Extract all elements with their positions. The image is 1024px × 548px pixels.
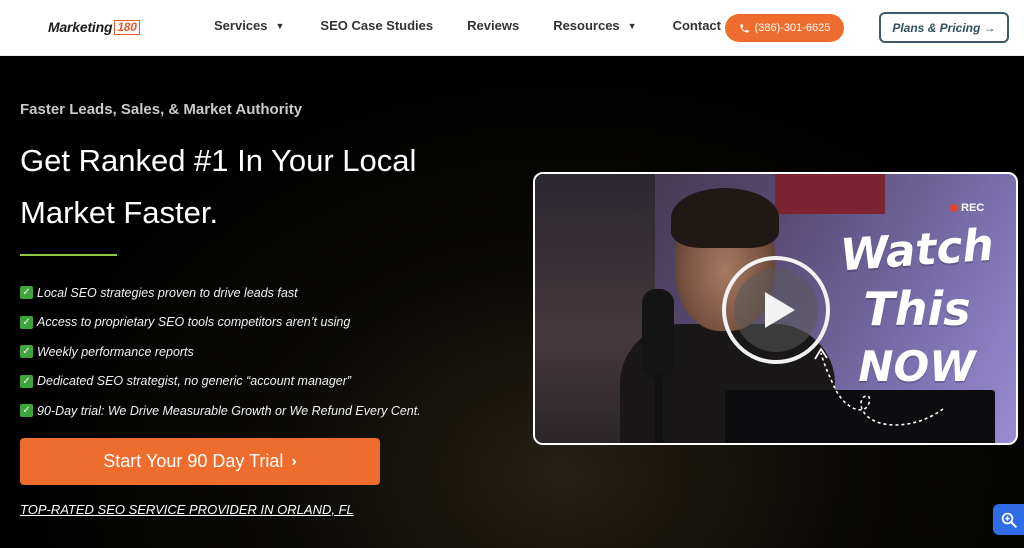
headline-divider [20,254,117,256]
check-icon: ✓ [20,286,33,300]
watch-line-2: This [863,282,971,336]
list-item: ✓ Local SEO strategies proven to drive le… [20,278,421,308]
zoom-search-icon [1001,512,1017,528]
rec-indicator: REC [950,202,984,214]
check-icon: ✓ [20,404,33,418]
chevron-down-icon: ▼ [627,20,637,31]
logo-text: Marketing [48,19,113,35]
cta-label: Start Your 90 Day Trial [103,451,284,471]
bullet-text: 90-Day trial: We Drive Measurable Growth… [37,403,421,418]
nav-label: Contact [672,18,721,33]
chevron-right-icon: › [291,452,297,470]
nav-label: Reviews [467,18,520,33]
dashed-arrow-icon [814,347,944,426]
list-item: ✓ Dedicated SEO strategist, no generic “a… [20,367,421,397]
mic-stand [655,374,663,443]
hero-eyebrow: Faster Leads, Sales, & Market Authority [20,101,303,118]
top-rated-link[interactable]: TOP-RATED SEO SERVICE PROVIDER IN ORLAND… [20,502,354,517]
video-thumbnail[interactable]: REC Watch This NOW [533,172,1018,445]
nav-label: Resources [553,18,620,33]
play-icon [765,292,795,328]
rec-label: REC [961,202,985,214]
video-person-hair [671,188,779,248]
nav-item-contact[interactable]: Contact [673,18,721,33]
microphone-icon [642,289,674,379]
video-background-sign [775,174,885,214]
check-icon: ✓ [20,374,33,388]
nav-item-reviews[interactable]: Reviews [467,18,519,33]
chevron-down-icon: ▼ [275,20,285,31]
nav-label: SEO Case Studies [320,18,434,33]
phone-number: (386)-301-6625 [754,22,831,34]
phone-button[interactable]: (386)-301-6625 [725,14,844,42]
nav-item-resources[interactable]: Resources ▼ [553,18,636,33]
bullet-text: Access to proprietary SEO tools competit… [37,315,351,330]
site-header: Marketing 180 Services ▼ SEO Case Studie… [0,0,1024,56]
benefit-list: ✓ Local SEO strategies proven to drive le… [20,278,421,426]
logo-number: 180 [114,19,140,35]
nav-item-seo-case-studies[interactable]: SEO Case Studies [320,18,433,33]
zoom-search-button[interactable] [993,504,1024,535]
main-nav: Services ▼ SEO Case Studies Reviews Reso… [214,18,721,33]
check-icon: ✓ [20,345,33,359]
list-item: ✓ 90-Day trial: We Drive Measurable Growt… [20,396,421,426]
logo[interactable]: Marketing 180 [48,17,140,37]
plans-pricing-button[interactable]: Plans & Pricing → [879,12,1009,43]
start-trial-button[interactable]: Start Your 90 Day Trial › [20,438,380,485]
hero-headline: Get Ranked #1 In Your Local Market Faste… [20,143,417,230]
list-item: ✓ Weekly performance reports [20,337,421,367]
bullet-text: Dedicated SEO strategist, no generic “ac… [37,374,352,389]
rec-dot-icon [950,204,958,212]
bullet-text: Local SEO strategies proven to drive lea… [37,285,298,300]
phone-icon [739,23,749,33]
check-icon: ✓ [20,315,33,329]
nav-item-services[interactable]: Services ▼ [214,18,284,33]
bullet-text: Weekly performance reports [37,344,194,359]
nav-label: Services [214,18,268,33]
watch-line-1: Watch [838,219,996,282]
list-item: ✓ Access to proprietary SEO tools competi… [20,308,421,338]
